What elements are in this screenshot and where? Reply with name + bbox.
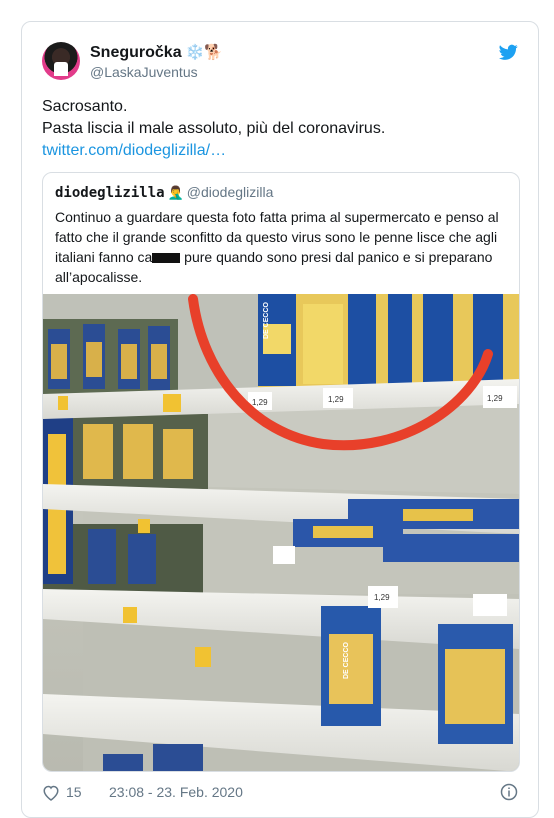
author-handle[interactable]: @LaskaJuventus <box>90 63 223 82</box>
tweet-text: Sacrosanto. Pasta liscia il male assolut… <box>42 96 520 162</box>
author-emoji: ❄️🐕 <box>185 44 223 61</box>
price-tag-2: 1,29 <box>328 395 344 404</box>
quoted-text: Continuo a guardare questa foto fatta pr… <box>55 207 515 287</box>
redaction-bar <box>152 253 181 264</box>
brand-label-2: DE CECCO <box>343 641 350 679</box>
tweet-footer: 15 23:08 - 23. Feb. 2020 <box>42 782 518 806</box>
facepalm-emoji: 🤦‍♂️ <box>167 185 184 200</box>
twitter-bird-icon[interactable] <box>499 44 518 61</box>
quoted-line-3-end: pure quando sono presi dal panico e si p… <box>180 249 493 265</box>
quoted-line-4: all’apocalisse. <box>55 269 143 285</box>
price-tag-4: 1,29 <box>374 593 390 602</box>
author-name[interactable]: Sneguročka ❄️🐕 <box>90 43 223 63</box>
price-tag-3: 1,29 <box>487 394 503 403</box>
tweet-card: Sneguročka ❄️🐕 @LaskaJuventus Sacrosanto.… <box>21 21 539 818</box>
tweet-line-1: Sacrosanto. <box>42 98 128 115</box>
quoted-line-1: Continuo a guardare questa foto fatta pr… <box>55 209 499 225</box>
tweet-line-2: Pasta liscia il male assoluto, più del c… <box>42 120 386 137</box>
info-icon[interactable] <box>500 783 518 801</box>
quoted-line-2: fatto che il grande sconfitto da questo … <box>55 229 498 245</box>
heart-icon[interactable] <box>42 784 60 801</box>
tweet-link[interactable]: twitter.com/diodeglizilla/… <box>42 142 226 159</box>
tweet-timestamp[interactable]: 23:08 - 23. Feb. 2020 <box>109 784 243 800</box>
avatar[interactable] <box>42 42 80 80</box>
quoted-line-3: italiani fanno ca pure quando sono presi… <box>55 247 515 267</box>
quoted-header: diodeglizilla 🤦‍♂️ @diodeglizilla <box>55 183 273 202</box>
like-count[interactable]: 15 <box>66 784 82 800</box>
tweet-header: Sneguročka ❄️🐕 @LaskaJuventus <box>42 42 518 92</box>
brand-label-1: DE CECCO <box>263 301 270 339</box>
supermarket-shelf-photo[interactable]: 1,29 1,29 1,29 1,29 DE CECCO DE CECCO <box>43 294 519 772</box>
author-name-text[interactable]: Sneguročka <box>90 44 182 61</box>
quoted-author-name[interactable]: diodeglizilla <box>55 185 165 201</box>
quoted-tweet[interactable]: diodeglizilla 🤦‍♂️ @diodeglizilla Continuo… <box>42 172 520 772</box>
quoted-author-handle[interactable]: @diodeglizilla <box>187 184 274 200</box>
quoted-line-3-start: italiani fanno ca <box>55 249 153 265</box>
price-tag-1: 1,29 <box>252 398 268 407</box>
author-info[interactable]: Sneguročka ❄️🐕 @LaskaJuventus <box>90 43 223 82</box>
